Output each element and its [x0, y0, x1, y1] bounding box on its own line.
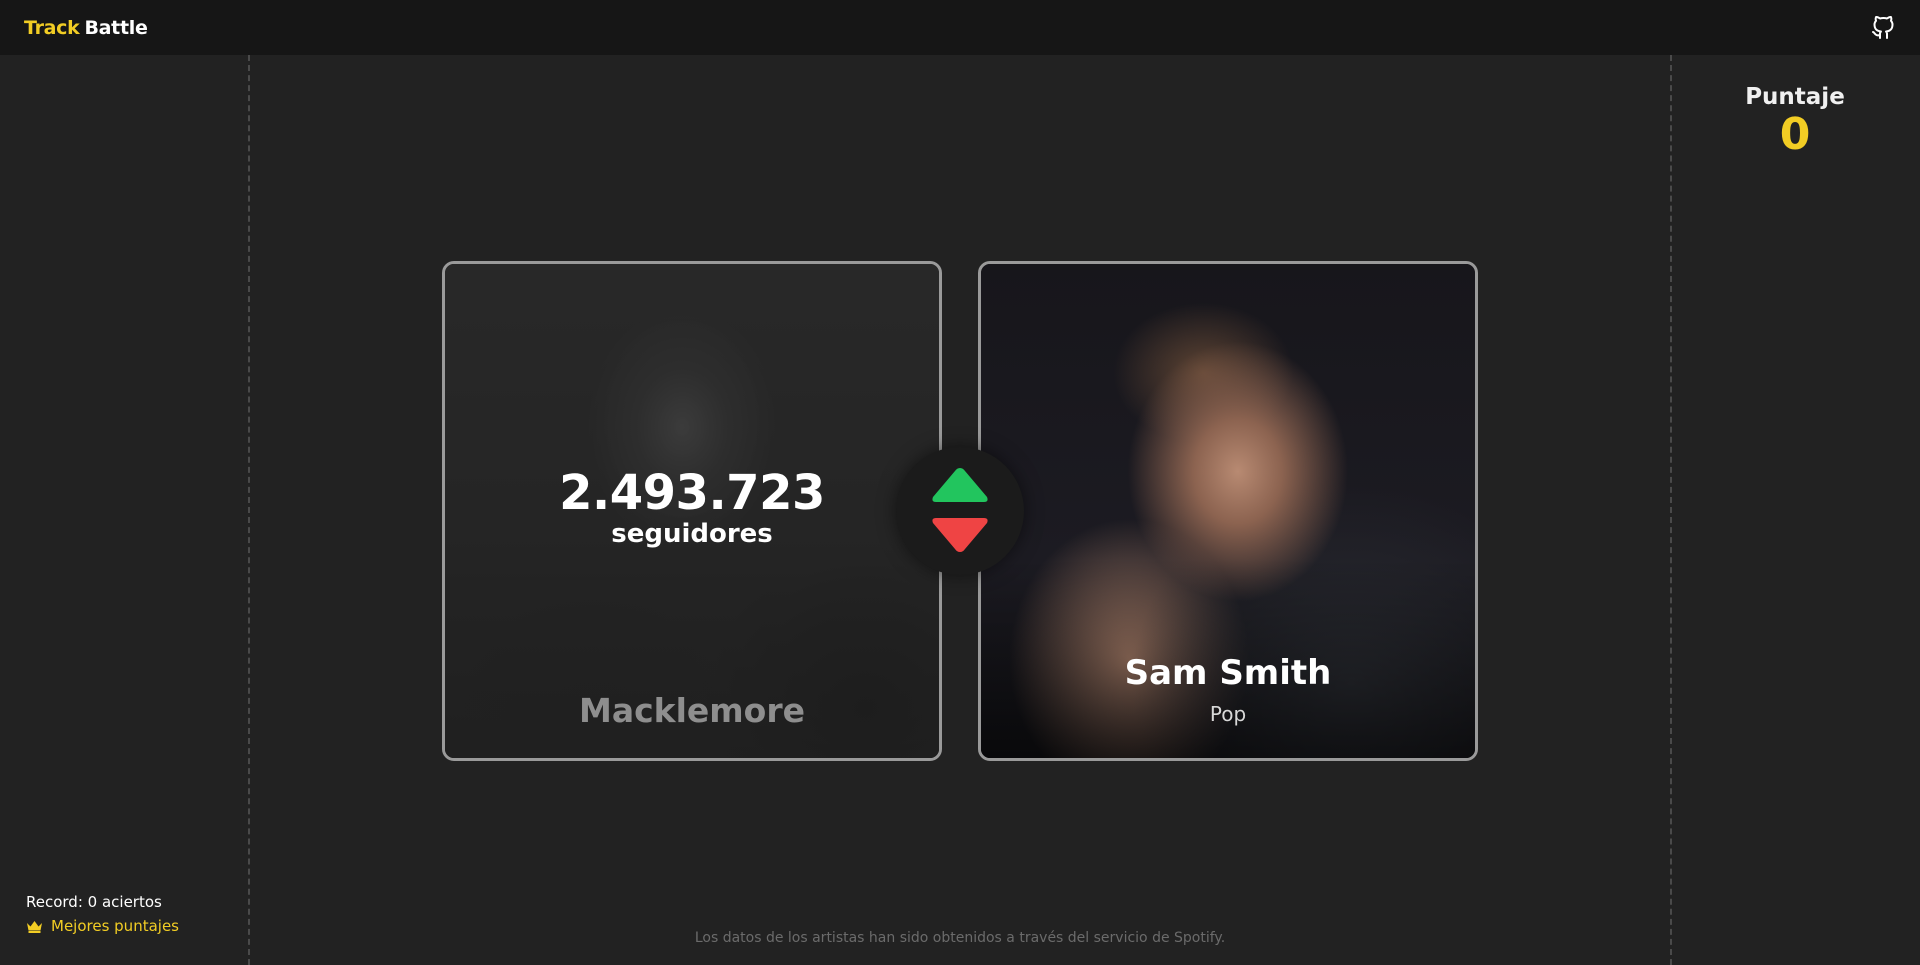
artist-card-right: Sam Smith Pop: [978, 261, 1478, 761]
score-value: 0: [1779, 109, 1811, 160]
app-logo[interactable]: Track Battle: [24, 17, 148, 39]
github-icon[interactable]: [1870, 15, 1896, 41]
artist-genre-right: Pop: [1209, 702, 1247, 726]
higher-button[interactable]: [930, 466, 990, 504]
score-label: Puntaje: [1745, 84, 1845, 110]
artist-name-left: Macklemore: [578, 691, 806, 730]
left-divider: [248, 55, 250, 965]
top-bar: Track Battle: [0, 0, 1920, 55]
footer-attribution: Los datos de los artistas han sido obten…: [694, 930, 1226, 946]
record-text: Record: 0 aciertos: [26, 893, 162, 911]
followers-display: 2.493.723 seguidores: [445, 469, 939, 549]
followers-label: seguidores: [611, 519, 773, 549]
score-panel: Puntaje 0: [1715, 84, 1875, 158]
right-divider: [1670, 55, 1672, 965]
lower-button[interactable]: [930, 516, 990, 554]
artist-name-right: Sam Smith: [1124, 653, 1332, 693]
brand-part-1: Track: [24, 16, 80, 39]
higher-lower-controls: [896, 447, 1024, 575]
triangle-down-icon: [932, 518, 988, 552]
triangle-up-icon: [932, 468, 988, 502]
followers-count: 2.493.723: [559, 465, 825, 521]
artist-card-left: 2.493.723 seguidores Macklemore: [442, 261, 942, 761]
brand-part-2: Battle: [84, 16, 148, 39]
